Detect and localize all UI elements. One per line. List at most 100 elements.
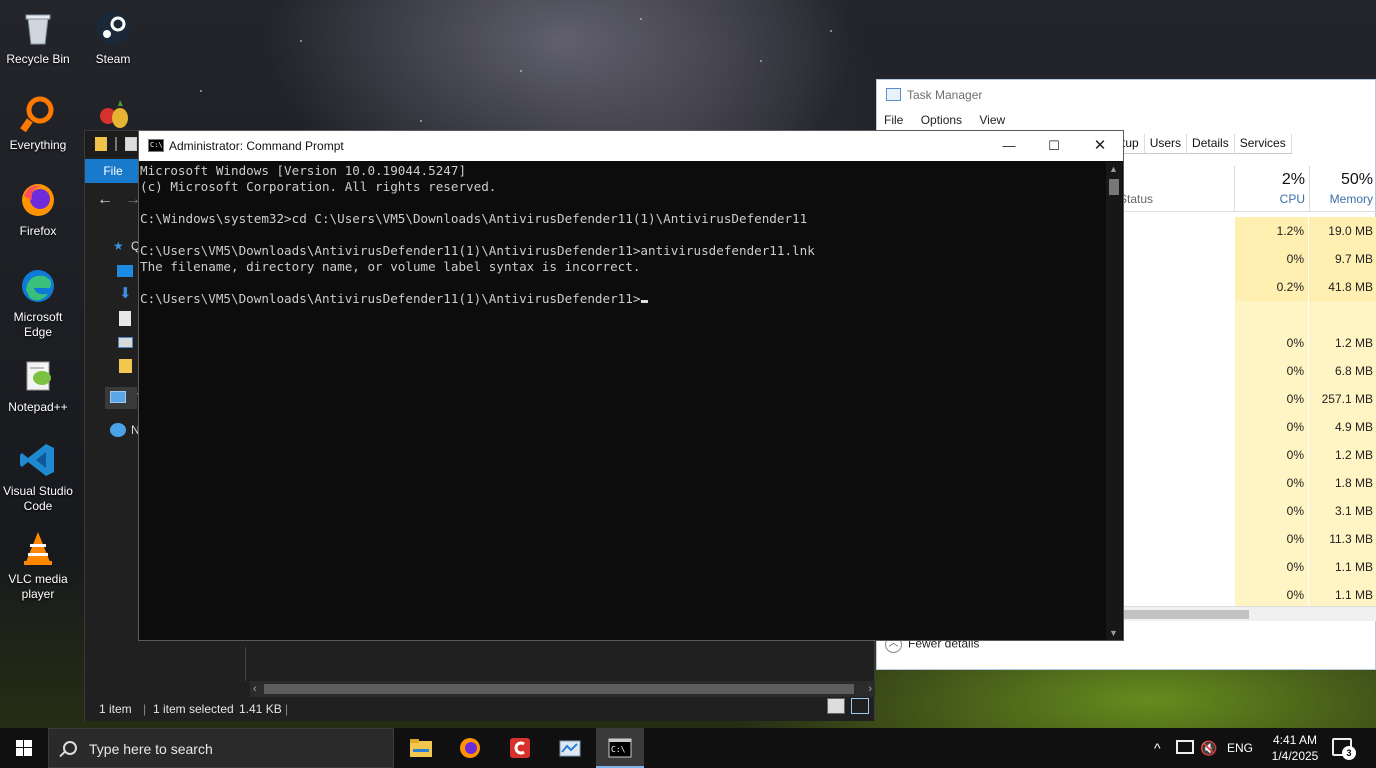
input-language[interactable]: ENG	[1227, 728, 1253, 768]
large-icons-view-icon[interactable]	[851, 698, 869, 714]
desktop-icon-vscode[interactable]: Visual Studio Code	[0, 440, 76, 514]
desktop-icon-firefox[interactable]: Firefox	[0, 180, 76, 239]
taskbar-task-manager[interactable]	[546, 728, 594, 768]
properties-icon[interactable]	[125, 137, 137, 151]
minimize-button[interactable]: —	[986, 131, 1032, 161]
taskbar-command-prompt[interactable]: C:\	[596, 728, 644, 768]
command-prompt-window[interactable]: C:\ Administrator: Command Prompt — ☐ ✕ …	[138, 130, 1124, 641]
taskbar-clock[interactable]: 4:41 AM 1/4/2025	[1262, 732, 1328, 764]
process-row[interactable]: 0% 1.1 MB	[1117, 581, 1376, 606]
clock-date: 1/4/2025	[1271, 749, 1319, 763]
scroll-down-icon[interactable]: ▼	[1109, 628, 1118, 638]
task-manager-menubar: File Options View	[877, 110, 1375, 130]
close-button[interactable]: ✕	[1077, 131, 1123, 161]
desktop-icon-vlc[interactable]: VLC media player	[0, 528, 76, 602]
desktop-icon-label: Visual Studio Code	[3, 484, 73, 513]
taskbar-firefox[interactable]	[446, 728, 494, 768]
details-view-icon[interactable]	[827, 698, 845, 714]
action-center-icon[interactable]: 3	[1332, 738, 1356, 760]
process-row[interactable]: 0% 9.7 MB	[1117, 245, 1376, 273]
desktop-icon-recycle-bin[interactable]: Recycle Bin	[0, 8, 76, 67]
firefox-icon	[18, 180, 58, 220]
taskbar-ccleaner[interactable]	[496, 728, 544, 768]
menu-view[interactable]: View	[979, 110, 1005, 130]
search-icon	[63, 741, 77, 755]
cpu-label: CPU	[1279, 192, 1305, 206]
star	[640, 18, 642, 20]
process-memory: 3.1 MB	[1309, 497, 1376, 525]
process-row[interactable]: 0% 3.1 MB	[1117, 497, 1376, 525]
column-memory[interactable]: 50% Memory	[1309, 166, 1376, 212]
process-cpu: 1.2%	[1235, 217, 1308, 245]
process-row[interactable]: 0% 4.9 MB	[1117, 413, 1376, 441]
pictures-icon[interactable]	[118, 337, 133, 348]
this-pc-icon[interactable]	[110, 391, 126, 403]
process-row[interactable]: 0% 257.1 MB	[1117, 385, 1376, 413]
process-row[interactable]	[1117, 301, 1376, 329]
status-separator: |	[285, 702, 289, 716]
console-line: (c) Microsoft Corporation. All rights re…	[140, 179, 497, 194]
taskbar-search-box[interactable]: Type here to search	[48, 728, 394, 768]
cmd-titlebar[interactable]: C:\ Administrator: Command Prompt — ☐ ✕	[139, 131, 1123, 161]
star	[760, 60, 762, 62]
process-row[interactable]: 0% 11.3 MB	[1117, 525, 1376, 553]
console-output[interactable]: Microsoft Windows [Version 10.0.19044.52…	[140, 163, 1106, 639]
scroll-up-icon[interactable]: ▲	[1109, 164, 1118, 174]
process-memory: 4.9 MB	[1309, 413, 1376, 441]
tab-users[interactable]: Users	[1145, 134, 1188, 153]
star-icon: ★	[113, 239, 124, 253]
status-size: 1.41 KB	[239, 702, 282, 716]
menu-options[interactable]: Options	[921, 110, 962, 130]
process-row[interactable]: 0% 1.1 MB	[1117, 553, 1376, 581]
desktop-icon-edge[interactable]: Microsoft Edge	[0, 266, 76, 340]
scroll-left-icon[interactable]: ‹	[253, 681, 257, 697]
process-row[interactable]: 0% 6.8 MB	[1117, 357, 1376, 385]
taskbar-file-explorer[interactable]	[397, 728, 445, 768]
cmd-vertical-scrollbar[interactable]: ▲ ▼	[1106, 162, 1122, 640]
process-row[interactable]: 1.2% 19.0 MB	[1117, 217, 1376, 245]
process-row[interactable]: 0% 1.8 MB	[1117, 469, 1376, 497]
windows-logo-icon	[16, 740, 32, 756]
process-row[interactable]: 0.2% 41.8 MB	[1117, 273, 1376, 301]
desktop-icon-notepadpp[interactable]: Notepad++	[0, 356, 76, 415]
scrollbar-thumb[interactable]	[1119, 610, 1249, 619]
maximize-button[interactable]: ☐	[1031, 131, 1077, 161]
desktop-icon-label: Everything	[9, 138, 67, 152]
task-manager-titlebar[interactable]: Task Manager	[877, 80, 1375, 110]
tab-details[interactable]: Details	[1187, 134, 1235, 153]
process-rows: 1.2% 19.0 MB 0% 9.7 MB 0.2% 41.8 MB 0% 1.2 MB 0%…	[1117, 217, 1376, 606]
volume-muted-icon[interactable]: 🔇	[1200, 728, 1217, 768]
back-arrow-icon[interactable]: ←	[97, 191, 113, 209]
process-memory: 257.1 MB	[1309, 385, 1376, 413]
show-hidden-icons-chevron[interactable]: ^	[1154, 728, 1161, 768]
downloads-icon[interactable]: ⬇	[119, 286, 132, 301]
tab-services[interactable]: Services	[1235, 134, 1292, 153]
process-memory: 6.8 MB	[1309, 357, 1376, 385]
folder-icon[interactable]	[119, 359, 132, 373]
column-cpu[interactable]: 2% CPU	[1234, 166, 1309, 212]
network-tray-icon[interactable]	[1176, 740, 1194, 754]
network-icon[interactable]	[110, 423, 126, 437]
cmd-title: Administrator: Command Prompt	[169, 139, 344, 153]
column-status[interactable]: Status	[1119, 192, 1153, 206]
firefox-icon	[460, 738, 480, 758]
process-row[interactable]: 0% 1.2 MB	[1117, 329, 1376, 357]
explorer-horizontal-scrollbar[interactable]: ‹ ›	[250, 681, 875, 697]
status-selected: 1 item selected	[153, 702, 234, 716]
explorer-nav-buttons: ← →	[85, 187, 145, 215]
start-button[interactable]	[0, 728, 48, 768]
process-cpu: 0%	[1235, 553, 1308, 581]
desktop-folder-icon[interactable]	[117, 265, 133, 277]
process-row[interactable]: 0% 1.2 MB	[1117, 441, 1376, 469]
file-tab[interactable]: File	[85, 159, 141, 183]
scrollbar-thumb[interactable]	[1109, 179, 1119, 195]
horizontal-scrollbar[interactable]	[1117, 606, 1376, 621]
documents-icon[interactable]	[119, 311, 131, 326]
desktop-icon-everything[interactable]: Everything	[0, 94, 76, 153]
desktop-icon-steam[interactable]: Steam	[75, 8, 151, 67]
scroll-right-icon[interactable]: ›	[868, 681, 872, 697]
process-memory: 41.8 MB	[1309, 273, 1376, 301]
desktop-icon-label: Recycle Bin	[6, 52, 70, 66]
scrollbar-thumb[interactable]	[264, 684, 854, 694]
menu-file[interactable]: File	[884, 110, 903, 130]
